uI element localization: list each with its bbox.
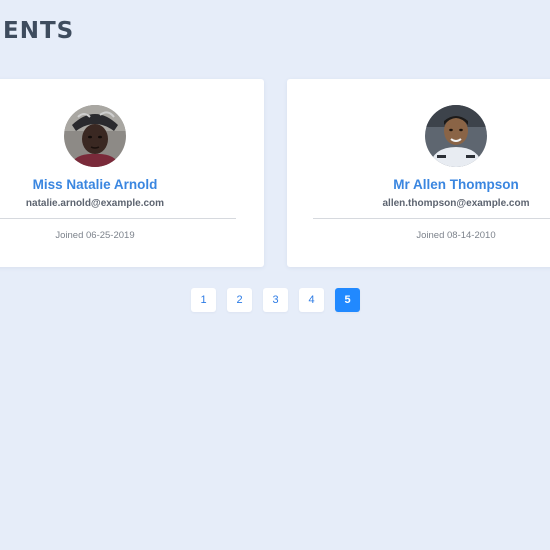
pagination: 1 2 3 4 5	[191, 288, 360, 312]
page-button-4[interactable]: 4	[299, 288, 324, 312]
user-name[interactable]: Mr Allen Thompson	[287, 177, 550, 192]
page-title: ENTS	[3, 18, 75, 44]
page-button-1[interactable]: 1	[191, 288, 216, 312]
page: ENTS Miss Natalie Arnold natalie.arnold@…	[0, 0, 550, 550]
user-card: Miss Natalie Arnold natalie.arnold@examp…	[0, 79, 264, 267]
user-card: Mr Allen Thompson allen.thompson@example…	[287, 79, 550, 267]
divider	[313, 218, 550, 219]
joined-date: Joined 06-25-2019	[55, 230, 135, 241]
joined-date: Joined 08-14-2010	[416, 230, 496, 241]
divider	[0, 218, 236, 219]
avatar	[64, 105, 126, 167]
page-button-2[interactable]: 2	[227, 288, 252, 312]
page-button-5[interactable]: 5	[335, 288, 360, 312]
avatar	[425, 105, 487, 167]
user-email: natalie.arnold@example.com	[25, 198, 165, 209]
page-button-3[interactable]: 3	[263, 288, 288, 312]
user-email: allen.thompson@example.com	[382, 198, 530, 209]
user-name[interactable]: Miss Natalie Arnold	[0, 177, 230, 192]
